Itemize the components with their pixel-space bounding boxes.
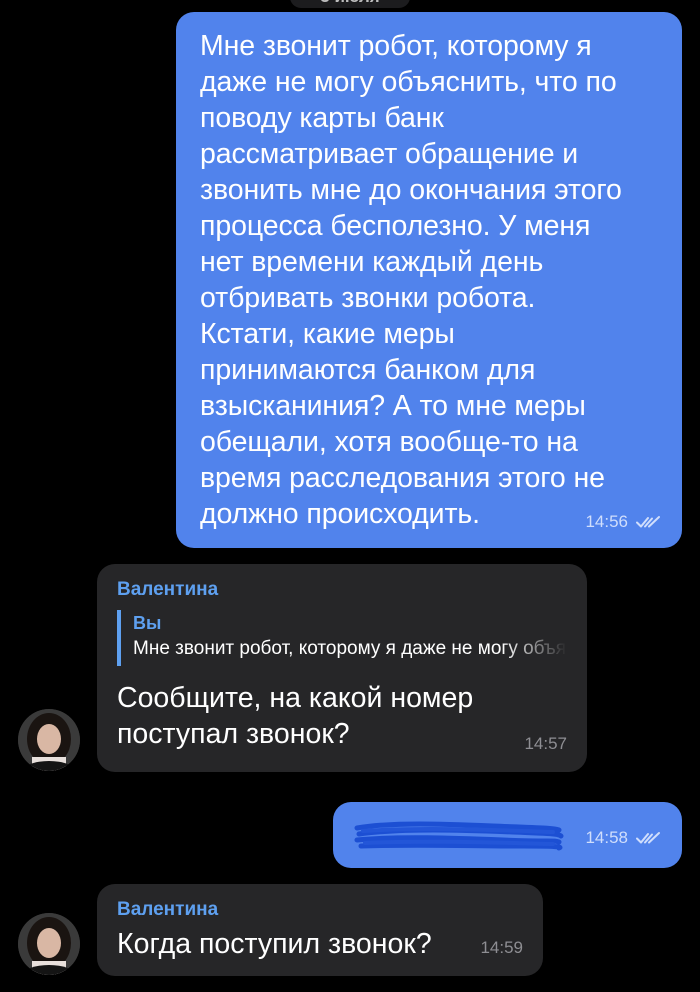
message-time: 14:58: [585, 828, 628, 847]
redaction-scribble: [354, 821, 564, 851]
outgoing-message[interactable]: Мне звонит робот, которому я даже не мог…: [176, 12, 682, 548]
double-check-icon: [636, 832, 660, 844]
avatar-image: [18, 709, 80, 771]
incoming-message[interactable]: Валентина Вы Мне звонит робот, которому …: [97, 564, 587, 772]
reply-text: Мне звонит робот, которому я даже не мог…: [133, 638, 567, 659]
message-meta: 14:58: [585, 828, 662, 848]
avatar[interactable]: [18, 913, 80, 975]
sender-name[interactable]: Валентина: [117, 896, 523, 924]
sender-name[interactable]: Валентина: [117, 576, 567, 604]
message-time: 14:57: [524, 734, 567, 753]
reply-author: Вы: [133, 613, 162, 633]
double-check-icon: [636, 516, 660, 528]
message-meta: 14:56: [585, 512, 662, 532]
outgoing-message-redacted[interactable]: 14:58: [333, 802, 682, 868]
message-time: 14:59: [480, 938, 523, 957]
incoming-message[interactable]: Валентина Когда поступил звонок? 14:59: [97, 884, 543, 976]
message-text: Мне звонит робот, которому я даже не мог…: [200, 30, 622, 530]
message-text: Когда поступил звонок?: [117, 928, 432, 960]
date-header: 3 июля: [290, 0, 410, 8]
message-meta: 14:57: [524, 734, 567, 754]
avatar[interactable]: [18, 709, 80, 771]
message-meta: 14:59: [480, 938, 523, 958]
reply-quote[interactable]: Вы Мне звонит робот, которому я даже не …: [117, 610, 567, 666]
message-time: 14:56: [585, 512, 628, 531]
message-text: Сообщите, на какой номер поступал звонок…: [117, 682, 474, 750]
avatar-image: [18, 913, 80, 975]
